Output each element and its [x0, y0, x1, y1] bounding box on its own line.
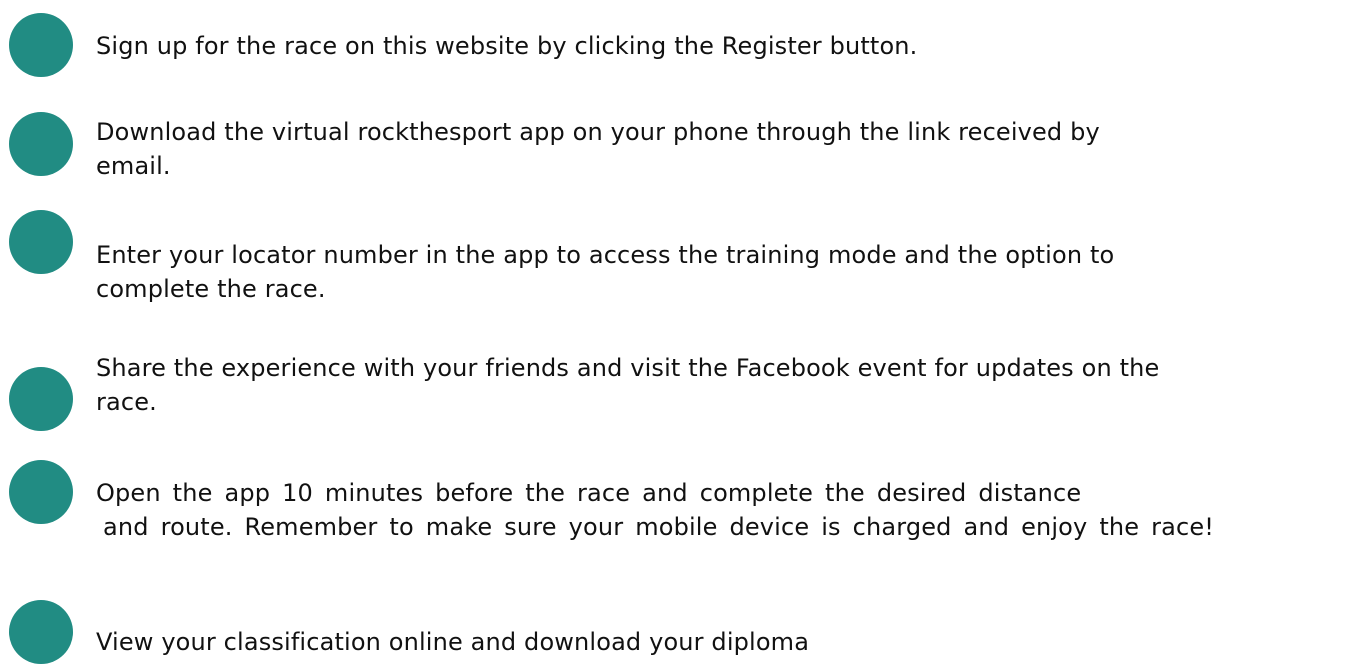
step-text: Open the app 10 minutes before the race … — [96, 476, 1361, 544]
step-text: Enter your locator number in the app to … — [96, 238, 1361, 306]
bullet-circle-icon — [9, 600, 73, 664]
step-text-line: Share the experience with your friends a… — [96, 354, 1160, 382]
step-text: View your classification online and down… — [96, 625, 1361, 659]
step-text-line: and route. Remember to make sure your mo… — [103, 513, 1215, 541]
step-text-line: complete the race. — [96, 275, 326, 303]
step-text-line: Open the app 10 minutes before the race … — [96, 479, 1082, 507]
steps-list: Sign up for the race on this website by … — [0, 0, 1363, 664]
step-text: Share the experience with your friends a… — [96, 351, 1361, 419]
step-text-line: Sign up for the race on this website by … — [96, 32, 918, 60]
bullet-circle-icon — [9, 460, 73, 524]
step-text-line: email. — [96, 152, 171, 180]
step-text-line: Download the virtual rockthesport app on… — [96, 118, 1100, 146]
bullet-circle-icon — [9, 13, 73, 77]
step-text-line: View your classification online and down… — [96, 628, 810, 656]
bullet-circle-icon — [9, 210, 73, 274]
step-text: Download the virtual rockthesport app on… — [96, 115, 1361, 183]
step-text-line: race. — [96, 388, 157, 416]
step-text-line: Enter your locator number in the app to … — [96, 241, 1115, 269]
bullet-circle-icon — [9, 367, 73, 431]
step-text: Sign up for the race on this website by … — [96, 29, 1361, 63]
bullet-circle-icon — [9, 112, 73, 176]
